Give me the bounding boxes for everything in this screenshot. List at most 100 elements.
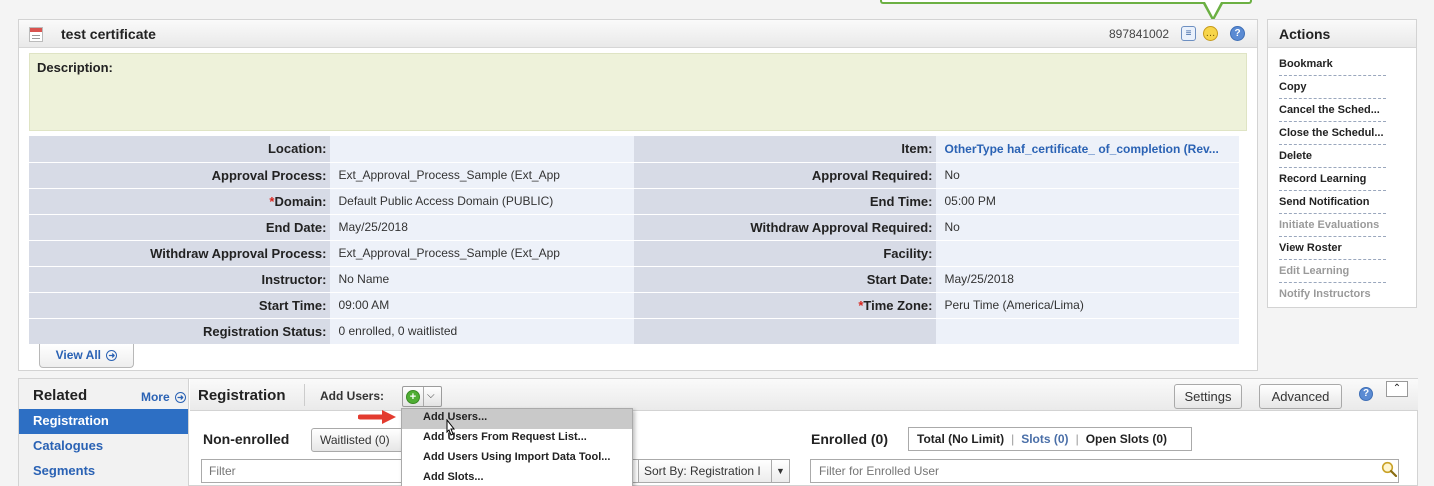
menu-item-add-users-from-request-list[interactable]: Add Users From Request List... — [402, 429, 632, 449]
learning-details-panel: test certificate 897841002 ≡ … ? Descrip… — [18, 19, 1258, 371]
mouse-cursor-icon — [446, 419, 456, 436]
action-item[interactable]: View Roster — [1279, 237, 1386, 260]
detail-value: 0 enrolled, 0 waitlisted — [330, 318, 634, 345]
detail-label-text: Start Date: — [866, 271, 933, 287]
action-item[interactable]: Bookmark — [1279, 53, 1386, 76]
detail-value-text: 0 enrolled, 0 waitlisted — [338, 324, 458, 338]
help-icon[interactable]: ? — [1359, 387, 1373, 401]
detail-label: Location: — [29, 136, 331, 163]
help-icon[interactable]: ? — [1230, 26, 1245, 41]
detail-label: Approval Process: — [29, 162, 331, 189]
detail-label: End Time: — [633, 188, 937, 215]
arrow-right-icon: ➜ — [175, 392, 186, 404]
action-item[interactable]: Copy — [1279, 76, 1386, 99]
action-item[interactable]: Record Learning — [1279, 168, 1386, 191]
action-item[interactable]: Close the Schedul... — [1279, 122, 1386, 145]
collapse-icon[interactable]: ⌃ — [1386, 381, 1408, 397]
detail-value[interactable]: OtherType haf_certificate_ of_completion… — [936, 136, 1239, 163]
action-item[interactable]: Edit Learning — [1279, 260, 1386, 283]
action-item[interactable]: Send Notification — [1279, 191, 1386, 214]
related-item-catalogues[interactable]: Catalogues — [19, 434, 188, 459]
toolbar-divider — [304, 384, 305, 406]
detail-label: Approval Required: — [633, 162, 937, 189]
detail-row: Withdraw Approval Process: Ext_Approval_P… — [29, 240, 1239, 267]
detail-label: Start Time: — [29, 292, 331, 319]
enrolled-tabs: Total (No Limit) | Slots (0) | Open Slots (0… — [908, 427, 1192, 451]
detail-value: No — [936, 214, 1239, 241]
chat-icon[interactable]: … — [1203, 26, 1218, 41]
related-header: Related More ➜ — [19, 379, 188, 409]
detail-row: Approval Process: Ext_Approval_Process_Sa… — [29, 162, 1239, 189]
detail-value-text: No — [944, 168, 960, 182]
tab-open-slots[interactable]: Open Slots (0) — [1086, 432, 1167, 446]
tab-total[interactable]: Total (No Limit) — [917, 432, 1004, 446]
view-all-button[interactable]: View All ➜ — [39, 344, 134, 368]
actions-title: Actions — [1268, 20, 1416, 48]
detail-label: Facility: — [633, 240, 937, 267]
detail-label-text: Start Time: — [258, 297, 327, 313]
chevron-down-icon[interactable]: ⌵ — [427, 390, 435, 401]
document-icon[interactable]: ≡ — [1181, 26, 1196, 41]
detail-value-text: Ext_Approval_Process_Sample (Ext_App — [338, 246, 560, 260]
tab-slots[interactable]: Slots (0) — [1021, 432, 1068, 446]
detail-label-text: Item: — [901, 141, 933, 157]
detail-label: Start Date: — [633, 266, 937, 293]
actions-panel: Actions Bookmark Copy Cancel the Sched... C… — [1267, 19, 1417, 308]
detail-value: May/25/2018 — [936, 266, 1239, 293]
detail-value-text: No Name — [338, 272, 390, 286]
detail-value — [936, 240, 1239, 267]
certificate-icon — [29, 27, 43, 42]
add-users-menu: Add Users... Add Users From Request List… — [401, 408, 633, 486]
actions-list: Bookmark Copy Cancel the Sched... Close the… — [1268, 48, 1416, 306]
description-box: Description: — [29, 53, 1247, 131]
detail-label: Registration Status: — [29, 318, 331, 345]
detail-row: Location: Item: OtherType haf_certificate_… — [29, 136, 1239, 163]
more-link[interactable]: More ➜ — [141, 390, 186, 404]
plus-icon[interactable]: + — [406, 390, 420, 404]
red-arrow-icon — [358, 410, 396, 424]
menu-item-add-slots[interactable]: Add Slots... — [402, 469, 632, 486]
detail-value: Peru Time (America/Lima) — [936, 292, 1239, 319]
detail-value: Ext_Approval_Process_Sample (Ext_App — [330, 162, 634, 189]
search-icon[interactable] — [1381, 461, 1397, 477]
detail-value-text: May/25/2018 — [944, 272, 1014, 286]
arrow-right-icon: ➜ — [106, 350, 118, 362]
split-divider — [423, 387, 424, 406]
non-enrolled-title: Non-enrolled — [203, 431, 290, 447]
detail-label-text: Withdraw Approval Process: — [150, 245, 327, 261]
menu-item-add-users[interactable]: Add Users... — [402, 409, 632, 429]
tooltip-callout — [880, 0, 1252, 4]
detail-value: 09:00 AM — [330, 292, 634, 319]
settings-button[interactable]: Settings — [1174, 384, 1242, 409]
registration-section: Related More ➜ Registration Catalogues S… — [18, 378, 1418, 486]
advanced-button[interactable]: Advanced — [1259, 384, 1342, 409]
detail-value-text: No — [944, 220, 960, 234]
waitlisted-button[interactable]: Waitlisted (0) — [311, 428, 411, 452]
detail-value: 05:00 PM — [936, 188, 1239, 215]
registration-toolbar: Registration Add Users: + ⌵ Settings Adv… — [190, 379, 1418, 411]
action-item[interactable]: Cancel the Sched... — [1279, 99, 1386, 122]
detail-value — [330, 136, 634, 163]
related-item-registration[interactable]: Registration — [19, 409, 188, 434]
action-item[interactable]: Initiate Evaluations — [1279, 214, 1386, 237]
related-item-segments[interactable]: Segments — [19, 459, 188, 484]
chevron-down-icon[interactable]: ▼ — [771, 460, 789, 482]
enrolled-filter-input[interactable] — [810, 459, 1399, 483]
menu-item-add-users-import-data-tool[interactable]: Add Users Using Import Data Tool... — [402, 449, 632, 469]
action-item[interactable]: Delete — [1279, 145, 1386, 168]
more-label: More — [140, 390, 170, 404]
action-item[interactable]: Notify Instructors — [1279, 283, 1386, 306]
related-sidebar: Related More ➜ Registration Catalogues S… — [19, 379, 189, 486]
sort-by-select[interactable]: Sort By: Registration I ▼ — [638, 459, 790, 483]
detail-label: Instructor: — [29, 266, 331, 293]
detail-label-text: Instructor: — [261, 271, 327, 287]
add-users-split-button[interactable]: + ⌵ — [402, 386, 442, 407]
detail-value: Default Public Access Domain (PUBLIC) — [330, 188, 634, 215]
detail-label — [633, 318, 937, 345]
detail-value-text: May/25/2018 — [338, 220, 408, 234]
detail-label-text: End Time: — [869, 193, 933, 209]
detail-label: *Time Zone: — [633, 292, 937, 319]
detail-value-text: OtherType haf_certificate_ of_completion… — [944, 141, 1219, 156]
detail-value-text: 09:00 AM — [338, 298, 390, 312]
add-users-label: Add Users: — [320, 389, 385, 403]
